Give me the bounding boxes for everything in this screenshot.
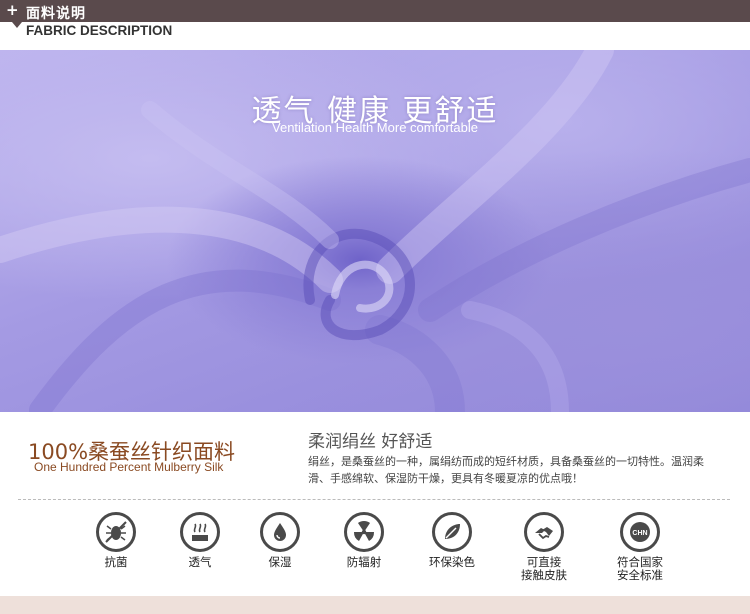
feature-skin-contact: 可直接 接触皮肤 <box>504 512 584 582</box>
chn-badge-text: CHN <box>632 530 647 537</box>
feature-radiation: 防辐射 <box>324 512 404 569</box>
feature-label: 符合国家 安全标准 <box>617 555 663 582</box>
photo-headline-en: Ventilation Health More comfortable <box>272 120 478 135</box>
section-title-cn: 面料说明 <box>26 6 86 22</box>
feature-label: 防辐射 <box>346 555 382 569</box>
feature-label: 透气 <box>188 555 212 569</box>
radiation-icon <box>344 512 384 552</box>
feature-label: 环保染色 <box>429 555 475 569</box>
feature-moisturize: 保湿 <box>240 512 320 569</box>
product-name-en: One Hundred Percent Mulberry Silk <box>34 460 224 474</box>
feature-label: 可直接 接触皮肤 <box>521 555 567 582</box>
description-title: 柔润绢丝 好舒适 <box>308 432 433 452</box>
feature-label: 抗菌 <box>104 555 128 569</box>
feature-eco-dye: 环保染色 <box>412 512 492 569</box>
feature-antibacterial: 抗菌 <box>76 512 156 569</box>
section-title-en: FABRIC DESCRIPTION <box>26 23 173 38</box>
skin-contact-icon <box>524 512 564 552</box>
description-body: 绢丝，是桑蚕丝的一种，属绢纺而成的短纤材质，具备桑蚕丝的一切特性。温润柔滑、手感… <box>308 455 704 485</box>
fabric-photo: 透气 健康 更舒适 Ventilation Health More comfor… <box>0 50 750 412</box>
section-header: + 面料说明 <box>0 0 750 28</box>
divider <box>18 499 730 500</box>
feature-label: 保湿 <box>268 555 292 569</box>
chn-standard-icon: CHN <box>620 512 660 552</box>
moisturize-icon <box>260 512 300 552</box>
breathable-icon <box>180 512 220 552</box>
footer-bar <box>0 596 750 614</box>
antibacterial-icon <box>96 512 136 552</box>
header-pointer <box>12 22 22 28</box>
feature-breathable: 透气 <box>160 512 240 569</box>
eco-dye-icon <box>432 512 472 552</box>
plus-icon: + <box>6 1 19 19</box>
feature-chn-standard: CHN 符合国家 安全标准 <box>600 512 680 582</box>
